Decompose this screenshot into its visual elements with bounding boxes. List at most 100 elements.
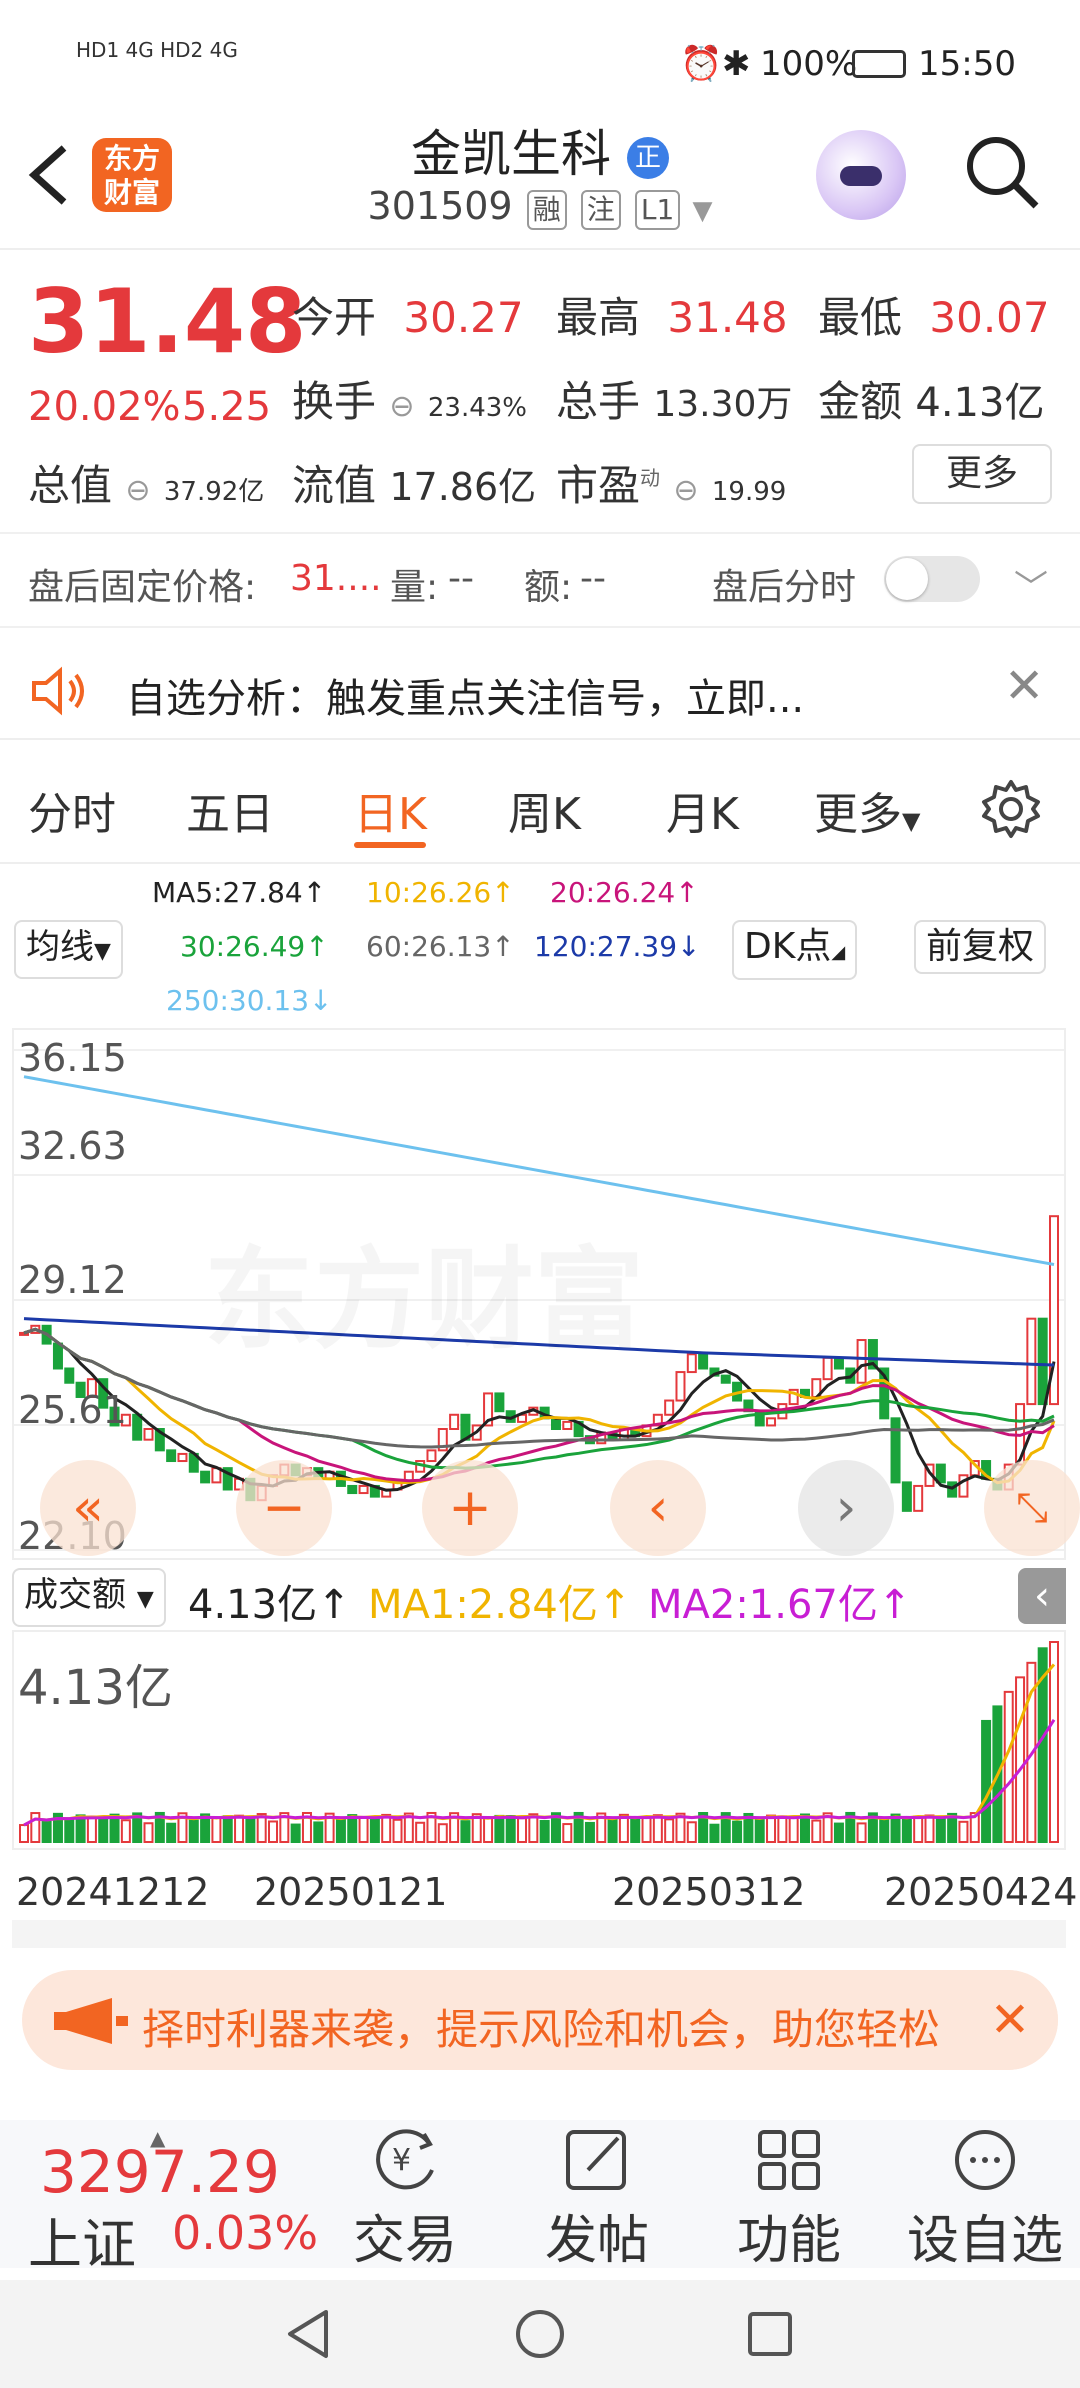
nav-home-icon[interactable]	[512, 2306, 568, 2362]
volume-bar	[913, 1815, 924, 1843]
active-tab-indicator	[354, 842, 426, 848]
more-button[interactable]: 更多	[912, 444, 1052, 504]
x-date-label: 20250424	[884, 1870, 1078, 1914]
stock-code-row[interactable]: 301509 融 注 L1 ▼	[0, 184, 1080, 230]
tab-more[interactable]: 更多▼	[814, 778, 920, 842]
volume-bar	[211, 1816, 222, 1843]
volume-bar	[630, 1816, 641, 1843]
scroll-right-button[interactable]: ›	[798, 1460, 894, 1556]
after-hours-vol: --	[448, 558, 474, 599]
volume-bar	[788, 1816, 799, 1843]
chevron-down-icon[interactable]: ﹀	[1014, 560, 1048, 609]
signal-indicator: HD1 4G HD2 4G	[76, 38, 238, 62]
tab-monthly-k[interactable]: 月K	[666, 778, 739, 842]
scroll-left-fast-button[interactable]: «	[40, 1460, 136, 1556]
after-hours-toggle[interactable]	[884, 556, 980, 602]
close-icon[interactable]: ✕	[962, 1970, 1058, 2070]
expand-icon[interactable]: ⤡	[984, 1460, 1080, 1556]
promo-banner[interactable]: 择时利器来袭，提示风险和机会，助您轻松 ✕	[22, 1970, 1058, 2070]
volume-bar	[120, 1819, 131, 1844]
nav-post-label: 发帖	[544, 2211, 649, 2271]
volume-chart[interactable]: 4.13亿	[12, 1630, 1066, 1850]
volume-bar	[1015, 1676, 1026, 1843]
volume-bar	[494, 1814, 505, 1844]
nav-trade[interactable]: ¥ 交易	[340, 2124, 470, 2273]
gear-icon[interactable]	[980, 778, 1042, 840]
ma-select-label: 均线	[26, 927, 94, 967]
adjust-button[interactable]: 前复权	[914, 920, 1047, 974]
last-price: 31.48	[28, 270, 307, 373]
candle	[675, 1371, 686, 1402]
index-value[interactable]: 3297.29	[40, 2138, 280, 2206]
close-icon[interactable]: ✕	[1004, 658, 1044, 714]
status-bar: HD1 4G HD2 4G ⏰ ✱ 100% 15:50	[0, 0, 1080, 120]
index-name[interactable]: 上证	[28, 2200, 136, 2279]
nav-back-icon[interactable]	[280, 2306, 336, 2362]
float-cell: 流值 17.86亿	[292, 452, 536, 513]
pe-sup: 动	[640, 466, 661, 490]
nav-post[interactable]: 发帖	[532, 2124, 662, 2273]
notice-bar[interactable]: 自选分析：触发重点关注信号，立即... ✕	[0, 640, 1080, 740]
amount-value: 4.13亿	[915, 380, 1045, 426]
low-value: 30.07	[929, 293, 1050, 342]
edit-icon	[566, 2130, 626, 2190]
candle	[720, 1374, 731, 1384]
alarm-icon: ⏰	[680, 44, 723, 84]
volume-select[interactable]: 成交额 ▼	[12, 1568, 166, 1627]
volume-bar	[517, 1817, 528, 1843]
volume-bar	[143, 1822, 154, 1843]
volume-bar	[958, 1820, 969, 1844]
ma60-label: 60:26.13↑	[366, 930, 515, 963]
search-icon[interactable]	[962, 132, 1042, 212]
high-label: 最高	[556, 293, 641, 342]
volume-bar	[584, 1821, 595, 1843]
zoom-in-button[interactable]: +	[422, 1460, 518, 1556]
robot-assistant-icon[interactable]	[816, 130, 906, 220]
volume-bar	[539, 1820, 550, 1843]
volume-axis-label: 4.13亿	[18, 1660, 173, 1716]
collapse-panel-button[interactable]: ‹	[1018, 1568, 1066, 1624]
nav-recents-icon[interactable]	[742, 2306, 798, 2362]
ma5-label: MA5:27.84↑	[152, 876, 327, 909]
volume-ma1: MA1:2.84亿↑	[368, 1582, 632, 1628]
nav-add-watchlist[interactable]: 设自选	[900, 2124, 1070, 2273]
tab-daily-k[interactable]: 日K	[354, 778, 427, 842]
open-value: 30.27	[403, 293, 524, 342]
volume-bar	[935, 1817, 946, 1844]
volume-bar	[732, 1820, 743, 1843]
candle	[935, 1463, 946, 1484]
volume-bar	[754, 1817, 765, 1843]
volume-bar	[766, 1814, 777, 1843]
nav-trade-label: 交易	[352, 2211, 457, 2271]
scroll-left-button[interactable]: ‹	[610, 1460, 706, 1556]
volume-bar	[856, 1822, 867, 1843]
clock: 15:50	[918, 44, 1016, 84]
volume-bar	[98, 1816, 109, 1844]
turnover-cell: 换手 ⊖ 23.43%	[292, 368, 527, 429]
tab-timeshare[interactable]: 分时	[28, 778, 116, 842]
corner-icon: ◢	[831, 942, 846, 963]
volume-bar	[1049, 1641, 1059, 1843]
volume-bar	[268, 1820, 279, 1844]
volume-bar	[1003, 1690, 1014, 1843]
volume-ma2-value: MA2:1.67亿	[648, 1582, 878, 1628]
candle	[52, 1342, 63, 1370]
zoom-out-button[interactable]: −	[236, 1460, 332, 1556]
tab-five-day[interactable]: 五日	[186, 778, 274, 842]
candle	[1037, 1317, 1048, 1406]
ma-select[interactable]: 均线▼	[14, 920, 123, 979]
dk-point-button[interactable]: DK点◢	[732, 920, 858, 980]
stock-title: 金凯生科 正	[0, 114, 1080, 186]
yuan-refresh-icon: ¥	[376, 2129, 434, 2190]
y-tick-label: 32.63	[18, 1124, 127, 1168]
svg-text:¥: ¥	[392, 2143, 411, 2178]
nav-functions-label: 功能	[736, 2211, 841, 2271]
kline-chart[interactable]: 东方财富 36.15 32.63 29.12 25.61 22.10 « − +…	[12, 1028, 1080, 1560]
candle	[890, 1417, 901, 1484]
y-tick-label: 29.12	[18, 1258, 127, 1302]
volume-bar	[437, 1823, 448, 1843]
nav-functions[interactable]: 功能	[724, 2124, 854, 2273]
volume-bar	[41, 1820, 52, 1843]
volume-bar	[652, 1814, 663, 1844]
tab-weekly-k[interactable]: 周K	[508, 778, 581, 842]
